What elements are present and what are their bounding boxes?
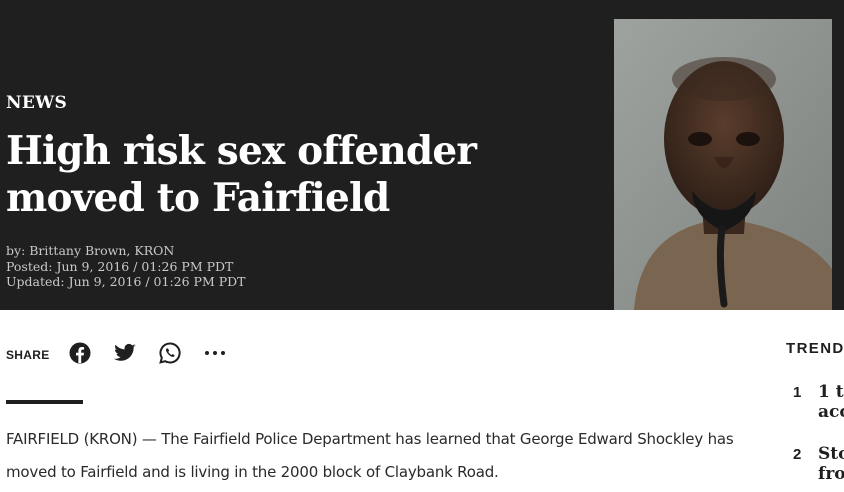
trending-headline-line: acc [818, 402, 844, 422]
updated-date: Updated: Jun 9, 2016 / 01:26 PM PDT [6, 274, 246, 289]
facebook-share-button[interactable] [68, 341, 92, 365]
trending-headline-line: fro [818, 464, 844, 484]
trending-headline: 1 te acc [818, 382, 844, 422]
section-divider [6, 400, 83, 404]
facebook-icon [69, 342, 91, 364]
share-bar: SHARE [6, 338, 248, 368]
trending-item[interactable]: 2 Sto fro [786, 444, 844, 484]
trending-sidebar: TREND 1 1 te acc 2 Sto fro [786, 340, 844, 492]
trending-rank: 1 [793, 384, 802, 401]
article-photo [614, 19, 832, 310]
article-headline: High risk sex offender moved to Fairfiel… [6, 128, 477, 221]
byline: by: Brittany Brown, KRON [6, 243, 175, 258]
trending-item[interactable]: 1 1 te acc [786, 382, 844, 422]
twitter-share-button[interactable] [113, 341, 137, 365]
trending-headline-line: Sto [818, 444, 844, 464]
share-label: SHARE [6, 347, 50, 362]
whatsapp-icon [158, 342, 181, 364]
posted-date: Posted: Jun 9, 2016 / 01:26 PM PDT [6, 258, 234, 274]
trending-headline-line: 1 te [818, 382, 844, 402]
more-share-button[interactable] [203, 341, 227, 365]
article-body: FAIRFIELD (KRON) — The Fairfield Police … [6, 430, 734, 481]
trending-title: TREND [786, 340, 844, 357]
article-meta: by: Brittany Brown, KRON Posted: Jun 9, … [6, 243, 246, 290]
whatsapp-share-button[interactable] [158, 341, 182, 365]
twitter-icon [113, 343, 136, 361]
section-kicker[interactable]: NEWS [6, 93, 67, 113]
article-hero: NEWS High risk sex offender moved to Fai… [0, 0, 844, 310]
trending-rank: 2 [793, 446, 802, 463]
more-icon [204, 351, 225, 355]
trending-headline: Sto fro [818, 444, 844, 484]
mugshot-illustration [614, 19, 832, 310]
